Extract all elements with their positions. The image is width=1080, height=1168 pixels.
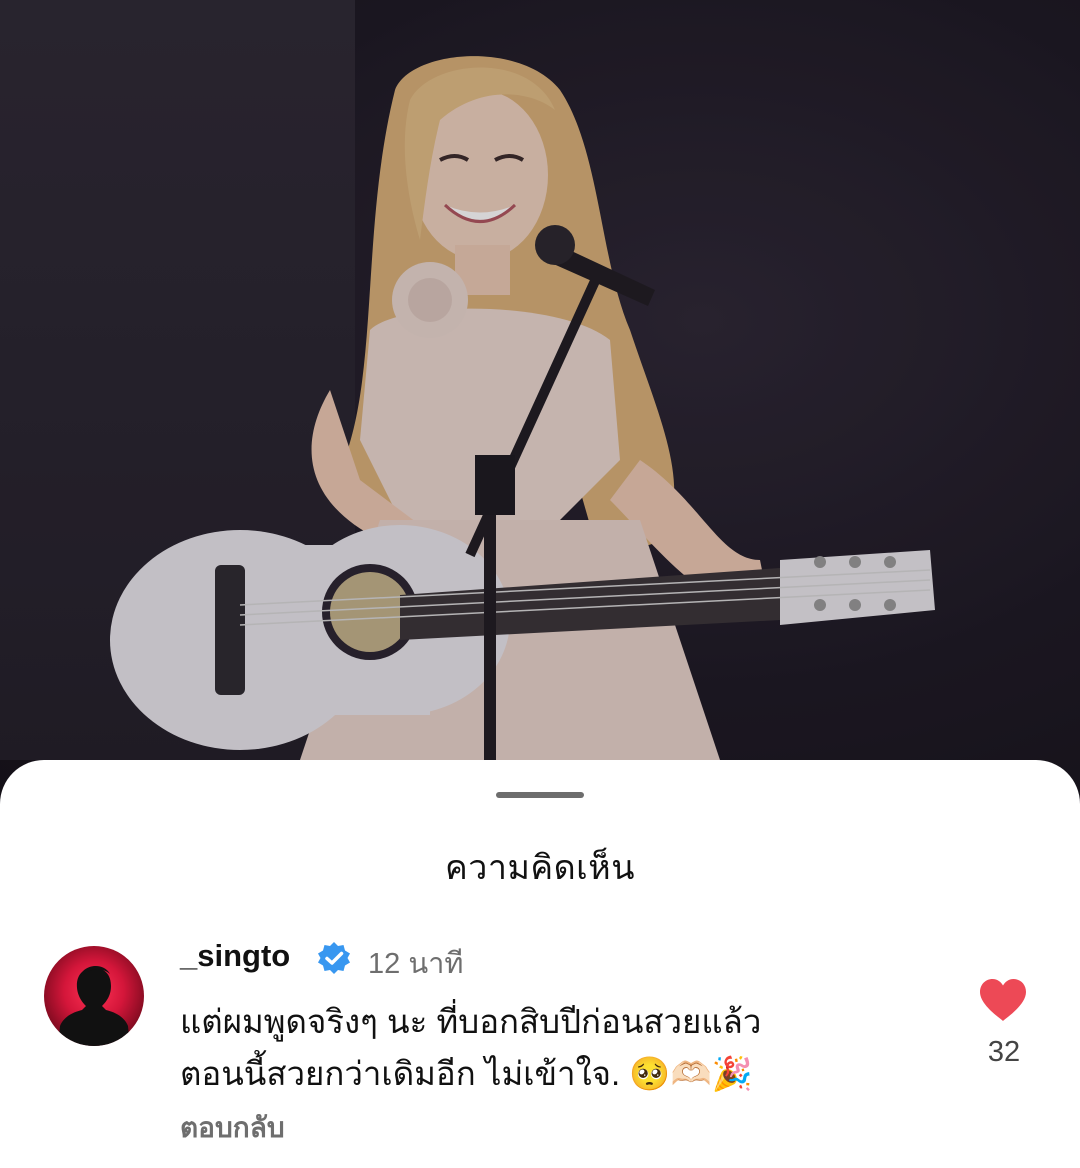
silhouette-icon [58, 965, 130, 1046]
heart-icon[interactable] [978, 978, 1028, 1022]
comment-text: แต่ผมพูดจริงๆ นะ ที่บอกสิบปีก่อนสวยแล้ว … [180, 996, 900, 1100]
comment-username[interactable]: _singto [180, 938, 290, 974]
like-count: 32 [987, 1036, 1021, 1068]
comment-text-line: แต่ผมพูดจริงๆ นะ ที่บอกสิบปีก่อนสวยแล้ว [180, 1003, 762, 1040]
sheet-drag-handle[interactable] [496, 792, 584, 798]
reply-button[interactable]: ตอบกลับ [180, 1106, 285, 1150]
sheet-title: ความคิดเห็น [445, 849, 635, 887]
photo-overlay [0, 0, 1080, 800]
post-photo[interactable] [0, 0, 1080, 800]
avatar[interactable] [44, 946, 144, 1046]
comment-time: 12 นาที [368, 948, 464, 980]
verified-badge-icon [318, 942, 350, 974]
comments-sheet: ความคิดเห็น _singto 12 นาที แต่ผมพูดจริง… [0, 760, 1080, 1168]
comment-text-line: ตอนนี้สวยกว่าเดิมอีก ไม่เข้าใจ. 🥺🫶🏻🎉 [180, 1055, 753, 1092]
